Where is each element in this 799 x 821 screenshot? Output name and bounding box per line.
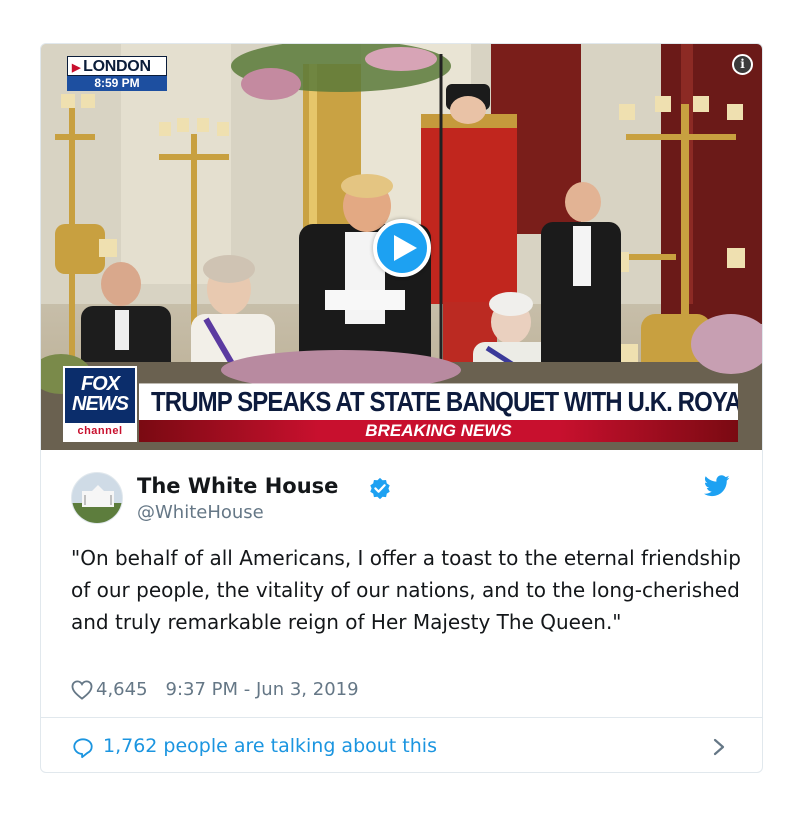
video-thumbnail[interactable]: ▶ LONDON 8:59 PM i FOX NEWS channel TRUMP… bbox=[41, 44, 762, 450]
play-button[interactable] bbox=[373, 219, 431, 277]
tweet-header: The White House @WhiteHouse bbox=[41, 450, 762, 530]
verified-badge-icon bbox=[370, 477, 390, 499]
speech-bubble-icon bbox=[73, 738, 93, 759]
fox-news-logo: FOX NEWS channel bbox=[63, 366, 137, 442]
author-handle[interactable]: @WhiteHouse bbox=[137, 502, 264, 523]
heart-icon[interactable] bbox=[71, 680, 93, 700]
like-count[interactable]: 4,645 bbox=[96, 679, 148, 700]
breaking-news-banner: BREAKING NEWS bbox=[139, 420, 738, 442]
tweet-text: "On behalf of all Americans, I offer a t… bbox=[71, 546, 741, 634]
tweet-timestamp[interactable]: 9:37 PM - Jun 3, 2019 bbox=[166, 679, 359, 700]
info-icon[interactable]: i bbox=[732, 54, 753, 75]
logo-line-2: NEWS bbox=[72, 393, 129, 415]
logo-line-1: FOX bbox=[80, 373, 120, 395]
twitter-bird-icon[interactable] bbox=[704, 475, 730, 497]
location-time: 8:59 PM bbox=[67, 76, 167, 91]
news-chyron: FOX NEWS channel TRUMP SPEAKS AT STATE B… bbox=[63, 366, 762, 442]
triangle-icon: ▶ bbox=[72, 62, 81, 74]
author-name[interactable]: The White House bbox=[137, 474, 338, 498]
avatar[interactable] bbox=[71, 472, 123, 524]
logo-line-3: channel bbox=[65, 423, 135, 440]
embedded-tweet-card: ▶ LONDON 8:59 PM i FOX NEWS channel TRUMP… bbox=[40, 43, 763, 773]
chevron-right-icon[interactable] bbox=[713, 738, 725, 756]
white-house-avatar-image bbox=[72, 473, 122, 523]
conversation-link[interactable]: 1,762 people are talking about this bbox=[41, 718, 762, 772]
tweet-meta: 4,645 9:37 PM - Jun 3, 2019 bbox=[71, 677, 359, 703]
talking-about-count[interactable]: 1,762 people are talking about this bbox=[103, 733, 437, 759]
location-tag: ▶ LONDON 8:59 PM bbox=[67, 56, 167, 92]
chyron-headline: TRUMP SPEAKS AT STATE BANQUET WITH U.K. … bbox=[139, 383, 738, 423]
location-label: LONDON bbox=[83, 58, 151, 75]
play-icon bbox=[394, 235, 417, 261]
